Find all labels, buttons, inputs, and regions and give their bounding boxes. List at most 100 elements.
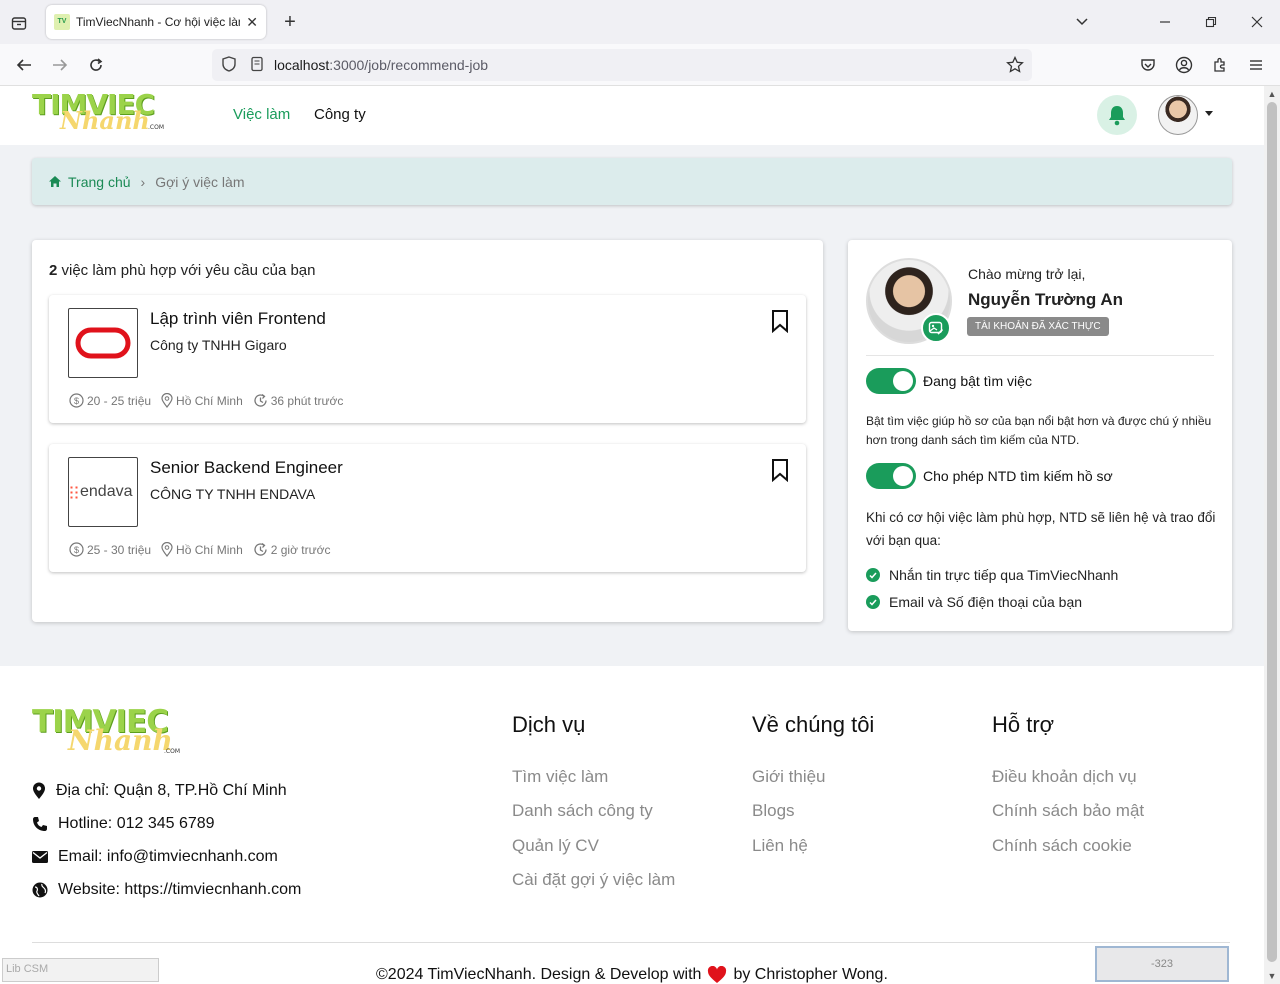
- job-title[interactable]: Senior Backend Engineer: [150, 458, 343, 478]
- svg-text:$: $: [74, 545, 79, 555]
- change-photo-button[interactable]: [921, 313, 951, 343]
- phone-icon: [33, 817, 47, 831]
- lib-csm-overlay[interactable]: Lib CSM: [2, 958, 159, 982]
- tab-list-chevron-icon[interactable]: [1072, 12, 1092, 32]
- user-menu-caret-icon[interactable]: [1205, 111, 1213, 116]
- nav-companies-link[interactable]: Công ty: [314, 106, 366, 123]
- verified-badge: TÀI KHOẢN ĐÃ XÁC THỰC: [967, 317, 1109, 336]
- bookmark-button[interactable]: [771, 309, 789, 338]
- tab-overview-icon[interactable]: [8, 12, 30, 34]
- counter-overlay[interactable]: -323: [1095, 946, 1229, 982]
- footer-link-about[interactable]: Giới thiệu: [752, 767, 826, 787]
- footer-link-privacy[interactable]: Chính sách bảo mật: [992, 801, 1144, 821]
- copyright-text-pre: ©2024 TimViecNhanh. Design & Develop wit…: [376, 966, 702, 983]
- bookmark-icon: [772, 459, 788, 483]
- scroll-down-arrow-icon[interactable]: ▼: [1264, 968, 1280, 984]
- tab-close-icon[interactable]: ✕: [246, 14, 258, 31]
- breadcrumb: Trang chủ › Gợi ý việc làm: [32, 158, 1232, 205]
- job-card[interactable]: Lập trình viên Frontend Công ty TNHH Gig…: [49, 295, 806, 423]
- job-search-toggle[interactable]: [866, 368, 916, 394]
- bookmark-button[interactable]: [771, 458, 789, 487]
- browser-tabbar: TV TimViecNhanh - Cơ hội việc làm ✕ +: [0, 0, 1280, 44]
- tab-title: TimViecNhanh - Cơ hội việc làm: [76, 15, 241, 29]
- footer-address: Địa chỉ: Quận 8, TP.Hồ Chí Minh: [32, 782, 287, 800]
- restore-icon[interactable]: [1201, 12, 1221, 32]
- page-info-icon[interactable]: [250, 56, 264, 75]
- scrollbar-thumb[interactable]: [1267, 102, 1277, 962]
- allow-employer-search-label: Cho phép NTD tìm kiếm hồ sơ: [923, 468, 1113, 484]
- logo-script-text: Nhanh: [60, 106, 150, 135]
- scroll-up-arrow-icon[interactable]: ▲: [1264, 86, 1280, 102]
- footer-link-job-recommend-settings[interactable]: Cài đặt gợi ý việc làm: [512, 870, 675, 890]
- user-avatar-button[interactable]: [1158, 95, 1198, 135]
- toggle-knob: [893, 371, 913, 391]
- svg-text:$: $: [74, 396, 79, 406]
- user-name: Nguyễn Trường An: [968, 290, 1124, 309]
- job-company[interactable]: Công ty TNHH Gigaro: [150, 337, 287, 353]
- endava-dots-icon: [69, 485, 79, 499]
- url-host: localhost: [274, 57, 330, 73]
- job-meta: $25 - 30 triệu Hồ Chí Minh 2 giờ trước: [69, 542, 331, 557]
- forward-arrow-icon[interactable]: [50, 55, 70, 75]
- globe-icon: [32, 882, 48, 898]
- site-header: TIMVIEC Nhanh .COM Việc làm Công ty: [0, 86, 1264, 145]
- job-search-toggle-label: Đang bật tìm việc: [923, 373, 1032, 389]
- check-circle-icon: [866, 568, 880, 582]
- footer-link-companies[interactable]: Danh sách công ty: [512, 801, 653, 821]
- job-title[interactable]: Lập trình viên Frontend: [150, 309, 326, 329]
- breadcrumb-home-link[interactable]: Trang chủ: [48, 174, 131, 190]
- company-logo-oracle[interactable]: [68, 308, 138, 378]
- bookmark-star-icon[interactable]: [1006, 55, 1024, 77]
- footer-address-text: Địa chỉ: Quận 8, TP.Hồ Chí Minh: [56, 782, 287, 799]
- job-salary: 20 - 25 triệu: [87, 393, 152, 408]
- footer-link-terms[interactable]: Điều khoản dịch vụ: [992, 767, 1137, 787]
- salary-dollar-icon: $: [69, 393, 84, 408]
- time-history-icon: [254, 542, 267, 556]
- notification-bell-button[interactable]: [1097, 95, 1137, 135]
- job-location: Hồ Chí Minh: [176, 542, 243, 557]
- welcome-text: Chào mừng trở lại,: [968, 266, 1086, 282]
- extensions-icon[interactable]: [1210, 55, 1230, 75]
- new-tab-icon[interactable]: +: [280, 11, 300, 33]
- reload-icon[interactable]: [86, 55, 106, 75]
- shield-icon[interactable]: [222, 55, 236, 75]
- location-pin-icon: [33, 782, 45, 799]
- account-icon[interactable]: [1174, 55, 1194, 75]
- nav-jobs-link[interactable]: Việc làm: [233, 106, 290, 123]
- job-card[interactable]: endava Senior Backend Engineer CÔNG TY T…: [49, 444, 806, 572]
- bell-icon: [1109, 106, 1125, 126]
- footer-support-heading: Hỗ trợ: [992, 712, 1055, 737]
- page-viewport: TIMVIEC Nhanh .COM Việc làm Công ty Tran…: [0, 86, 1264, 984]
- browser-tab-active[interactable]: TV TimViecNhanh - Cơ hội việc làm ✕: [46, 5, 266, 39]
- page-scrollbar[interactable]: ▲ ▼: [1264, 86, 1280, 984]
- address-bar[interactable]: localhost:3000/job/recommend-job: [212, 49, 1032, 81]
- site-logo[interactable]: TIMVIEC Nhanh .COM: [32, 88, 177, 142]
- jobs-count-text: việc làm phù hợp với yêu cầu của bạn: [57, 262, 316, 279]
- company-logo-endava[interactable]: endava: [68, 457, 138, 527]
- back-arrow-icon[interactable]: [14, 55, 34, 75]
- home-icon: [49, 176, 61, 187]
- footer-link-blogs[interactable]: Blogs: [752, 801, 795, 821]
- menu-hamburger-icon[interactable]: [1246, 55, 1266, 75]
- footer-hotline-text: Hotline: 012 345 6789: [58, 815, 215, 832]
- footer-logo-script-text: Nhanh: [68, 724, 173, 757]
- toggle-knob: [893, 466, 913, 486]
- footer-link-contact[interactable]: Liên hệ: [752, 836, 808, 856]
- footer-link-find-jobs[interactable]: Tìm việc làm: [512, 767, 608, 787]
- footer-email: Email: info@timviecnhanh.com: [32, 848, 278, 866]
- allow-employer-search-toggle[interactable]: [866, 463, 916, 489]
- job-company[interactable]: CÔNG TY TNHH ENDAVA: [150, 486, 315, 502]
- footer-logo[interactable]: TIMVIEC Nhanh .COM: [32, 704, 192, 764]
- footer-link-manage-cv[interactable]: Quản lý CV: [512, 836, 599, 856]
- employer-contact-description: Khi có cơ hội việc làm phù hợp, NTD sẽ l…: [866, 510, 1216, 548]
- copyright: ©2024 TimViecNhanh. Design & Develop wit…: [376, 966, 888, 984]
- minimize-icon[interactable]: [1155, 12, 1175, 32]
- footer-link-cookie[interactable]: Chính sách cookie: [992, 836, 1132, 856]
- endava-logo-text: endava: [80, 483, 133, 500]
- window-close-icon[interactable]: [1247, 12, 1267, 32]
- job-location: Hồ Chí Minh: [176, 393, 243, 408]
- jobs-count-heading: 2 việc làm phù hợp với yêu cầu của bạn: [49, 262, 316, 279]
- footer-divider: [32, 942, 1230, 943]
- image-edit-icon: [928, 321, 944, 335]
- pocket-icon[interactable]: [1138, 55, 1158, 75]
